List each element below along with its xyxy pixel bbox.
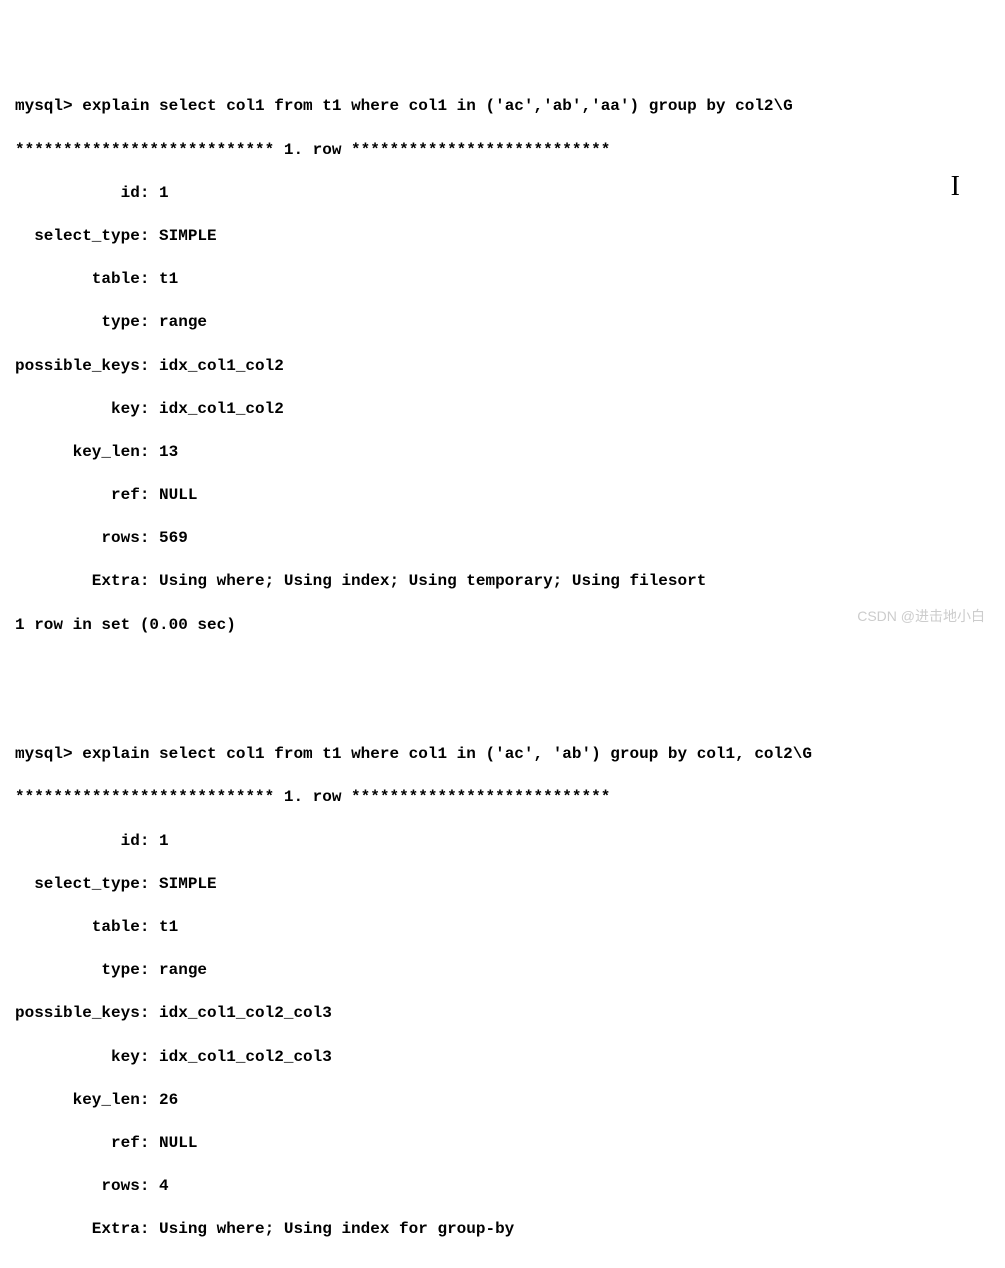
possible-keys-value: idx_col1_col2_col3: [159, 1004, 332, 1022]
field-key-len: key_len: 26: [15, 1090, 990, 1112]
rows-value: 4: [159, 1177, 169, 1195]
possible-keys-label: possible_keys: [15, 1003, 140, 1025]
type-value: range: [159, 313, 207, 331]
select-type-label: select_type: [15, 226, 140, 248]
key-len-label: key_len: [15, 442, 140, 464]
ref-value: NULL: [159, 1134, 197, 1152]
id-label: id: [15, 831, 140, 853]
result-footer-1: 1 row in set (0.00 sec): [15, 615, 990, 637]
type-value: range: [159, 961, 207, 979]
type-label: type: [15, 312, 140, 334]
mysql-prompt: mysql>: [15, 745, 82, 763]
extra-label: Extra: [15, 571, 140, 593]
extra-value: Using where; Using index for group-by: [159, 1220, 514, 1238]
field-key: key: idx_col1_col2_col3: [15, 1047, 990, 1069]
select-type-value: SIMPLE: [159, 227, 217, 245]
table-label: table: [15, 917, 140, 939]
type-label: type: [15, 960, 140, 982]
sql-query: explain select col1 from t1 where col1 i…: [82, 745, 812, 763]
field-ref: ref: NULL: [15, 485, 990, 507]
possible-keys-value: idx_col1_col2: [159, 357, 284, 375]
field-select-type: select_type: SIMPLE: [15, 874, 990, 896]
key-len-value: 13: [159, 443, 178, 461]
field-table: table: t1: [15, 917, 990, 939]
field-type: type: range: [15, 312, 990, 334]
id-value: 1: [159, 184, 169, 202]
ref-label: ref: [15, 485, 140, 507]
ref-value: NULL: [159, 486, 197, 504]
field-type: type: range: [15, 960, 990, 982]
field-rows: rows: 569: [15, 528, 990, 550]
field-key-len: key_len: 13: [15, 442, 990, 464]
select-type-label: select_type: [15, 874, 140, 896]
key-label: key: [15, 399, 140, 421]
select-type-value: SIMPLE: [159, 875, 217, 893]
query-line-2: mysql> explain select col1 from t1 where…: [15, 744, 990, 766]
table-value: t1: [159, 918, 178, 936]
table-label: table: [15, 269, 140, 291]
field-table: table: t1: [15, 269, 990, 291]
blank-line: [15, 701, 990, 723]
field-id: id: 1: [15, 183, 990, 205]
row-separator-1: *************************** 1. row *****…: [15, 140, 990, 162]
id-label: id: [15, 183, 140, 205]
extra-label: Extra: [15, 1219, 140, 1241]
query-line-1: mysql> explain select col1 from t1 where…: [15, 96, 990, 118]
key-len-value: 26: [159, 1091, 178, 1109]
watermark-text: CSDN @进击地小白: [857, 607, 985, 626]
key-label: key: [15, 1047, 140, 1069]
field-id: id: 1: [15, 831, 990, 853]
field-rows: rows: 4: [15, 1176, 990, 1198]
field-select-type: select_type: SIMPLE: [15, 226, 990, 248]
field-extra: Extra: Using where; Using index for grou…: [15, 1219, 990, 1241]
rows-label: rows: [15, 528, 140, 550]
rows-label: rows: [15, 1176, 140, 1198]
field-possible-keys: possible_keys: idx_col1_col2_col3: [15, 1003, 990, 1025]
id-value: 1: [159, 832, 169, 850]
table-value: t1: [159, 270, 178, 288]
extra-value: Using where; Using index; Using temporar…: [159, 572, 706, 590]
ref-label: ref: [15, 1133, 140, 1155]
field-possible-keys: possible_keys: idx_col1_col2: [15, 356, 990, 378]
rows-value: 569: [159, 529, 188, 547]
field-ref: ref: NULL: [15, 1133, 990, 1155]
mysql-prompt: mysql>: [15, 97, 82, 115]
possible-keys-label: possible_keys: [15, 356, 140, 378]
field-extra: Extra: Using where; Using index; Using t…: [15, 571, 990, 593]
sql-query: explain select col1 from t1 where col1 i…: [82, 97, 793, 115]
key-len-label: key_len: [15, 1090, 140, 1112]
row-separator-2: *************************** 1. row *****…: [15, 787, 990, 809]
key-value: idx_col1_col2: [159, 400, 284, 418]
field-key: key: idx_col1_col2: [15, 399, 990, 421]
text-cursor-icon: I: [951, 168, 960, 206]
key-value: idx_col1_col2_col3: [159, 1048, 332, 1066]
blank-line: [15, 658, 990, 680]
